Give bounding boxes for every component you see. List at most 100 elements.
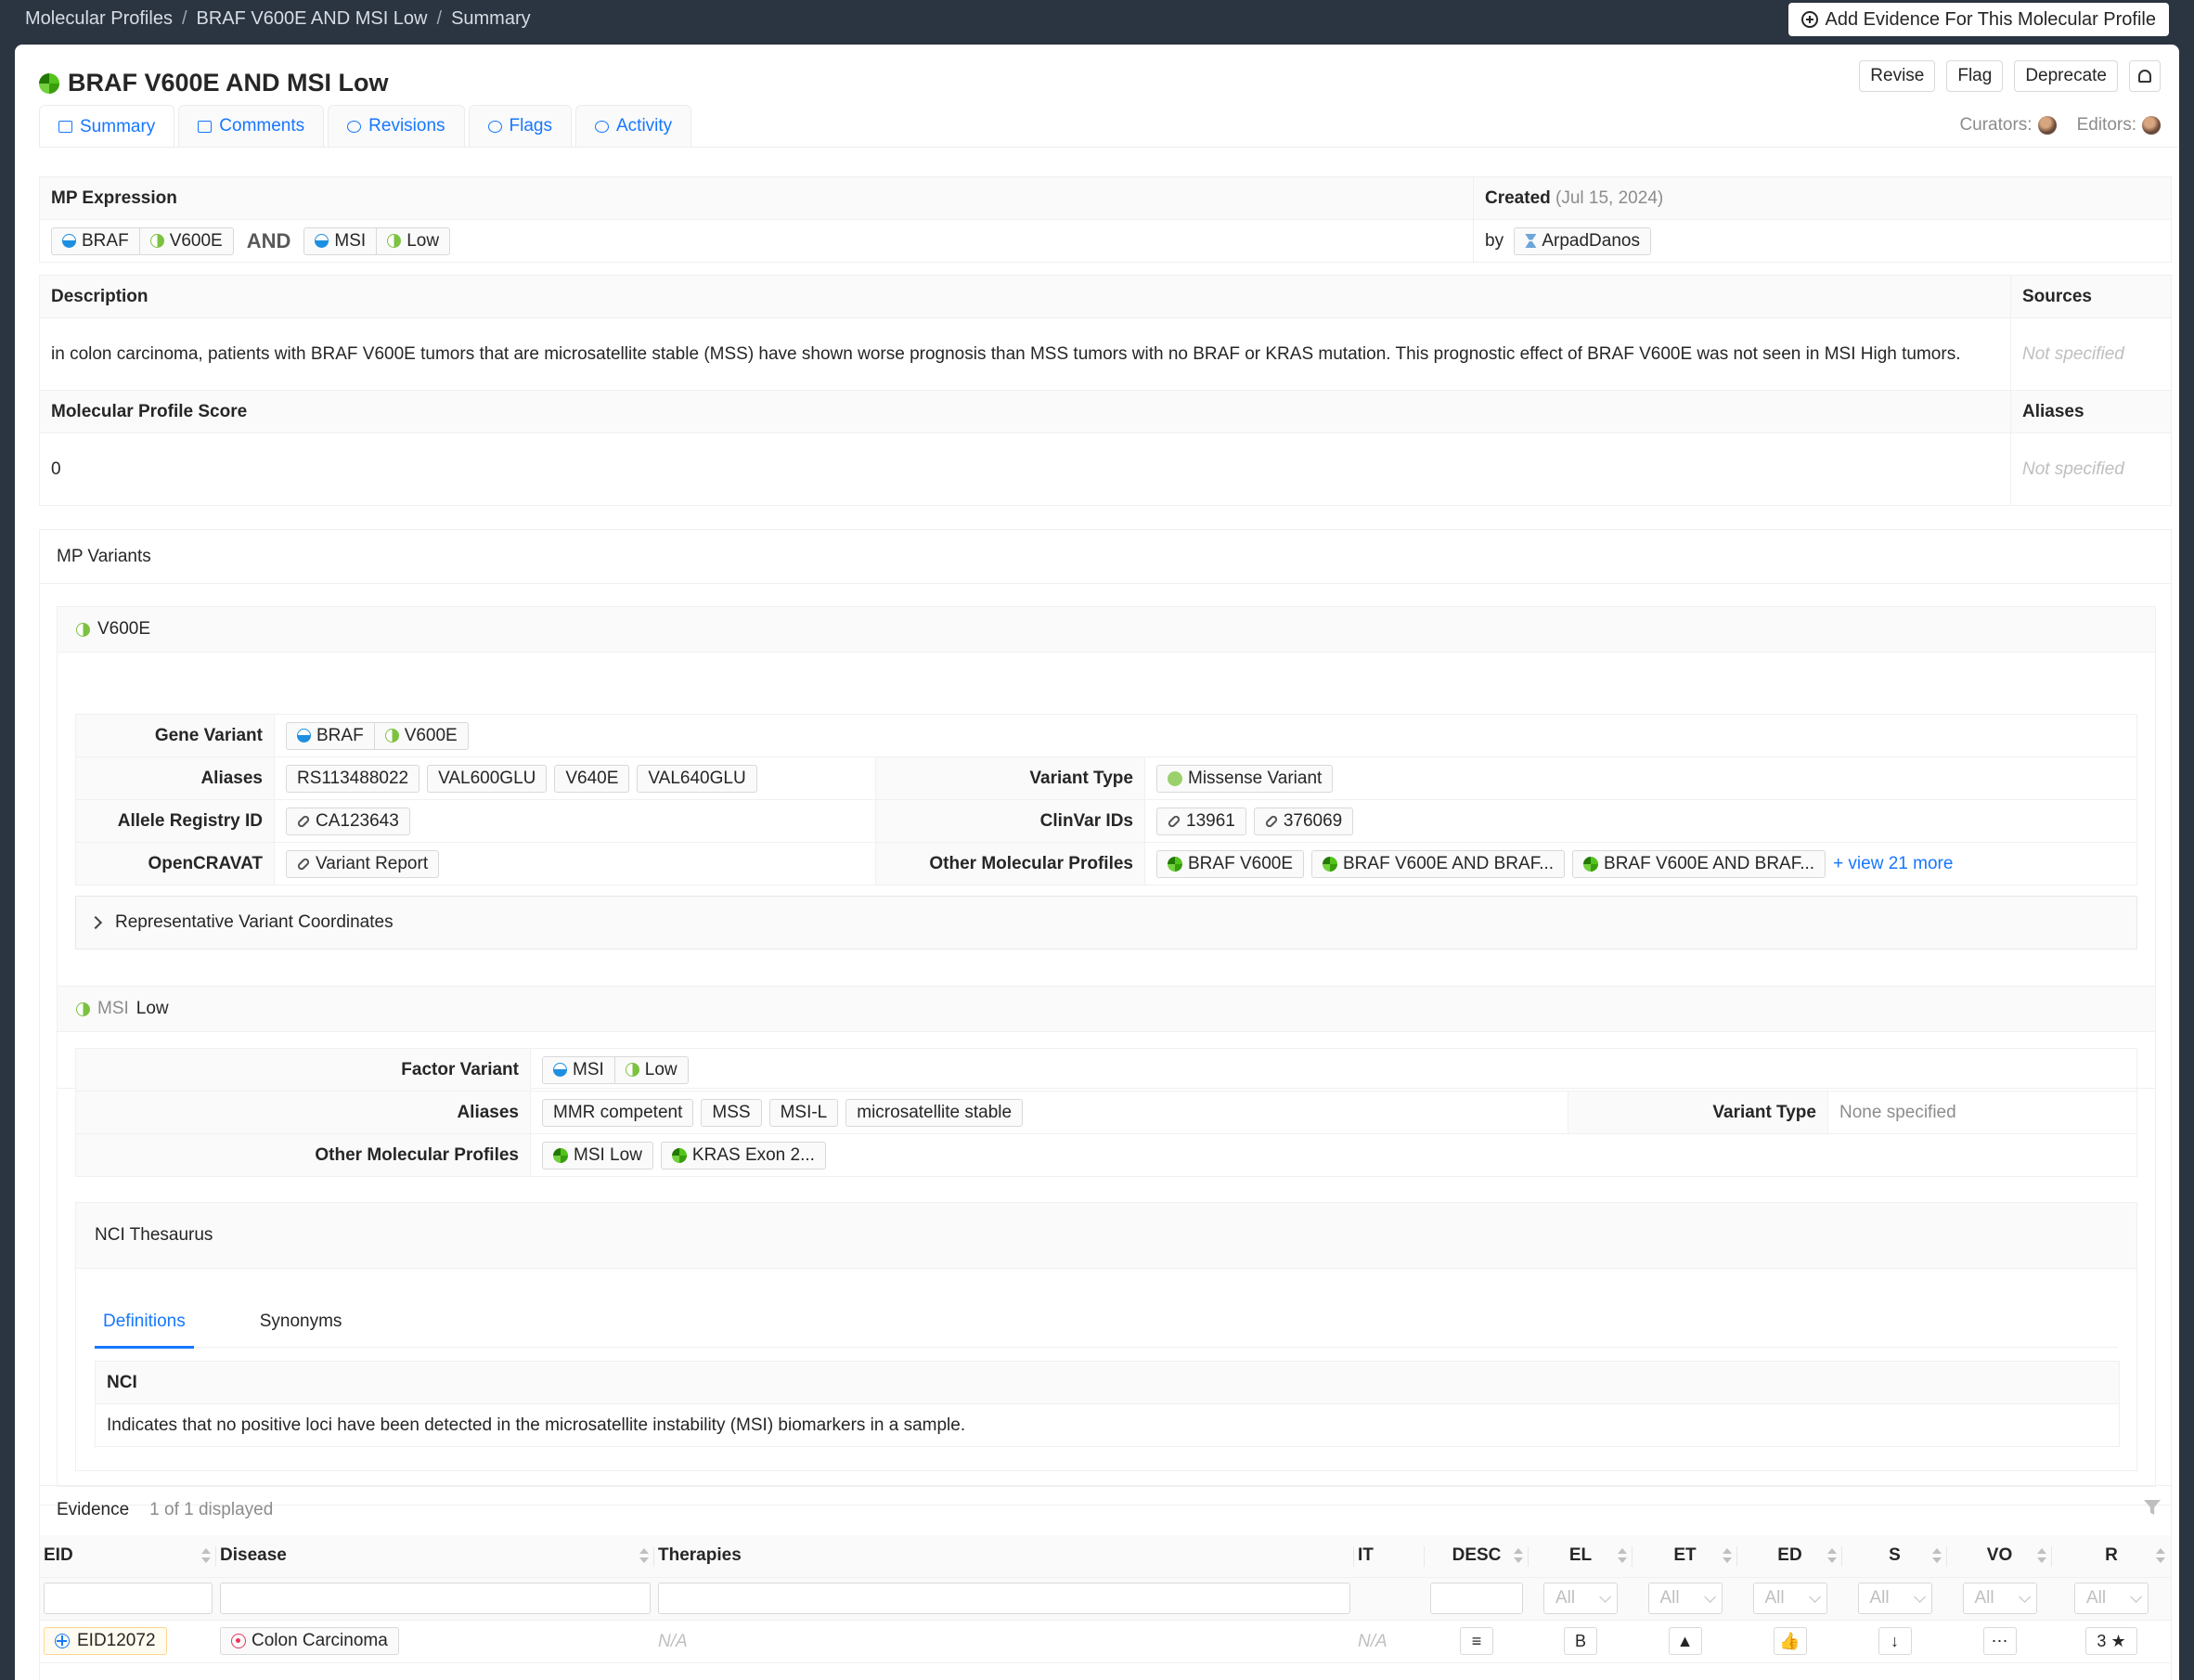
disease-tag[interactable]: Colon Carcinoma: [220, 1627, 399, 1655]
el-filter-select[interactable]: All: [1543, 1583, 1618, 1614]
expr-gene2: MSI: [334, 230, 367, 251]
clinvar-link[interactable]: 13961: [1156, 807, 1246, 835]
description-icon-button[interactable]: ≡: [1460, 1627, 1493, 1655]
msi-aliases-label: Aliases: [75, 1091, 531, 1134]
gene-variant-tag[interactable]: BRAF V600E: [286, 721, 469, 750]
curator-avatar[interactable]: [2037, 116, 2057, 135]
tab-synonyms[interactable]: Synonyms: [252, 1295, 351, 1348]
tab-flags[interactable]: Flags: [468, 105, 572, 147]
msi-gene-name[interactable]: MSI: [97, 999, 129, 1019]
other-mp-value: BRAF V600E BRAF V600E AND BRAF... BRAF V60…: [1144, 842, 2137, 885]
disease-value: Colon Carcinoma: [252, 1631, 388, 1650]
other-mp-tag[interactable]: BRAF V600E: [1156, 849, 1304, 878]
breadcrumb-molecular-profiles[interactable]: Molecular Profiles: [25, 8, 173, 29]
missense-variant-tag[interactable]: Missense Variant: [1156, 764, 1334, 793]
col-therapies-label: Therapies: [658, 1545, 742, 1566]
tab-activity[interactable]: Activity: [575, 105, 692, 147]
el-cell: B: [1529, 1620, 1633, 1663]
msi-variant-name[interactable]: Low: [136, 999, 169, 1019]
therapies-filter-input[interactable]: [658, 1583, 1350, 1614]
el-filter-value: All: [1555, 1588, 1576, 1608]
other-mp-tag[interactable]: BRAF V600E AND BRAF...: [1572, 849, 1826, 878]
col-el[interactable]: EL: [1529, 1535, 1633, 1578]
r-filter-select[interactable]: All: [2074, 1583, 2149, 1614]
coordinates-label: Representative Variant Coordinates: [115, 912, 394, 932]
v600e-name[interactable]: V600E: [97, 619, 150, 640]
creator-tag[interactable]: ArpadDanos: [1514, 226, 1651, 255]
factor-variant-tag[interactable]: MSI Low: [542, 1055, 689, 1084]
sort-icon: [1514, 1548, 1523, 1563]
v600e-details: Gene Variant BRAF V600E Aliases RS1134880…: [75, 714, 2137, 885]
other-mp-tag[interactable]: MSI Low: [542, 1141, 653, 1170]
flag-button[interactable]: Flag: [1946, 60, 2004, 92]
col-r[interactable]: R: [2052, 1535, 2171, 1578]
allele-registry-value: CA123643: [274, 799, 876, 843]
disease-cell: Colon Carcinoma: [216, 1620, 654, 1663]
col-vo[interactable]: VO: [1947, 1535, 2052, 1578]
eid-tag[interactable]: EID12072: [44, 1627, 167, 1655]
opencravat-link[interactable]: Variant Report: [286, 849, 440, 878]
link-icon: [1264, 813, 1279, 829]
vo-filter-select[interactable]: All: [1962, 1583, 2037, 1614]
v600e-header: V600E: [57, 606, 2156, 653]
col-eid[interactable]: EID: [40, 1535, 216, 1578]
ed-filter-value: All: [1764, 1588, 1785, 1608]
col-s[interactable]: S: [1842, 1535, 1947, 1578]
alias-tag: MMR competent: [542, 1098, 694, 1127]
tab-definitions[interactable]: Definitions: [95, 1295, 194, 1349]
s-filter-cell: All: [1842, 1577, 1947, 1621]
gene-variant-label: Gene Variant: [75, 714, 275, 757]
col-el-label: EL: [1568, 1545, 1593, 1566]
view-more-link[interactable]: + view 21 more: [1833, 854, 1953, 873]
ed-filter-select[interactable]: All: [1752, 1583, 1827, 1614]
subscribe-button[interactable]: [2129, 60, 2161, 92]
alias-tag: VAL640GLU: [637, 764, 757, 793]
msi-low-tag[interactable]: MSI Low: [303, 226, 451, 255]
ellipsis-icon[interactable]: ⋯: [1982, 1627, 2017, 1655]
sources-value: Not specified: [2010, 317, 2172, 391]
tab-revisions[interactable]: Revisions: [328, 105, 465, 147]
revise-button[interactable]: Revise: [1859, 60, 1936, 92]
other-mp-tag[interactable]: KRAS Exon 2...: [660, 1141, 826, 1170]
desc-filter-input[interactable]: [1430, 1583, 1523, 1614]
nci-definition-text: Indicates that no positive loci have bee…: [95, 1403, 2120, 1447]
evidence-level-badge[interactable]: B: [1564, 1627, 1597, 1655]
arrow-down-icon[interactable]: ↓: [1878, 1627, 1912, 1655]
add-evidence-button[interactable]: Add Evidence For This Molecular Profile: [1787, 3, 2169, 36]
thumbs-up-icon[interactable]: 👍: [1773, 1627, 1807, 1655]
r-filter-value: All: [2086, 1588, 2107, 1608]
deprecate-button[interactable]: Deprecate: [2014, 60, 2118, 92]
s-filter-select[interactable]: All: [1857, 1583, 1932, 1614]
msi-other-mp-value: MSI Low KRAS Exon 2...: [530, 1133, 2137, 1177]
bell-icon: [2138, 70, 2151, 83]
tab-comments[interactable]: Comments: [178, 105, 325, 147]
braf-v600e-tag[interactable]: BRAF V600E: [51, 226, 234, 255]
nci-tab-bar: Definitions Synonyms: [95, 1295, 2118, 1349]
representative-coordinates-toggle[interactable]: Representative Variant Coordinates: [75, 896, 2137, 950]
variant-type-text: Missense Variant: [1188, 768, 1323, 788]
action-buttons: Revise Flag Deprecate: [1859, 60, 2161, 92]
other-mp-name: BRAF V600E: [1188, 853, 1293, 873]
disease-filter-input[interactable]: [220, 1583, 651, 1614]
prognostic-icon[interactable]: ▲: [1668, 1627, 1702, 1655]
et-filter-select[interactable]: All: [1647, 1583, 1723, 1614]
col-et[interactable]: ET: [1633, 1535, 1737, 1578]
other-mp-tag[interactable]: BRAF V600E AND BRAF...: [1311, 849, 1566, 878]
editor-avatar[interactable]: [2142, 116, 2161, 135]
col-desc[interactable]: DESC: [1425, 1535, 1529, 1578]
allele-registry-link[interactable]: CA123643: [286, 807, 410, 835]
tab-divider: [39, 147, 2179, 148]
breadcrumb-summary[interactable]: Summary: [451, 8, 531, 29]
tab-summary[interactable]: Summary: [39, 105, 175, 148]
variant-icon: [76, 622, 90, 637]
eid-filter-input[interactable]: [44, 1583, 213, 1614]
factor-variant-value: MSI Low: [530, 1048, 2137, 1092]
clinvar-link[interactable]: 376069: [1253, 807, 1354, 835]
breadcrumb-profile[interactable]: BRAF V600E AND MSI Low: [197, 8, 428, 29]
rating-badge[interactable]: 3 ★: [2085, 1627, 2137, 1655]
s-cell: ↓: [1842, 1620, 1947, 1663]
col-disease[interactable]: Disease: [216, 1535, 654, 1578]
mp-variants-panel: MP Variants V600E Gene Variant BRAF V600E…: [39, 529, 2172, 1506]
col-ed[interactable]: ED: [1737, 1535, 1842, 1578]
other-mp-name: BRAF V600E AND BRAF...: [1343, 853, 1555, 873]
